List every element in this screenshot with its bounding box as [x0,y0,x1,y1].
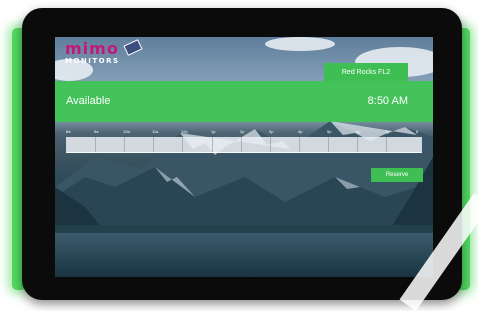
timeline-tick [212,137,213,152]
hour-label: 7p [385,129,390,134]
hour-label: 10a [123,129,130,134]
room-name-label: Red Rocks FL2 [341,68,391,76]
timeline-tick [153,137,154,152]
timeline-tick [241,137,242,152]
timeline-tick [182,137,183,152]
timeline-tick [328,137,329,152]
hour-label: 11a [152,129,159,134]
hour-label: 5p [327,129,332,134]
timeline-track[interactable] [66,137,422,153]
hour-label: 12p [181,129,188,134]
timeline-tick [270,137,271,152]
hour-label: 2p [240,129,245,134]
logo-word: mimo [65,39,119,58]
hour-label: 8 [416,129,419,134]
current-time: 8:50 AM [367,95,408,107]
timeline-hour-labels: 8a 9a 10a 11a 12p 1p 2p 3p 4p 5p 6p 7p 8 [66,129,422,137]
room-name-tab: Red Rocks FL2 [324,63,408,81]
hour-label: 6p [356,129,361,134]
hour-label: 8a [66,129,71,134]
logo-subtitle: MONITORS [65,57,120,65]
reserve-button[interactable]: Reserve [371,168,423,182]
availability-status-bar: Available 8:50 AM [55,81,433,122]
hour-label: 1p [211,129,216,134]
mimo-monitors-logo: mimo MONITORS [65,39,143,65]
hour-label: 3p [269,129,274,134]
room-display-screen: mimo MONITORS Red Rocks FL2 Available 8:… [55,37,433,277]
hour-label: 9a [94,129,99,134]
timeline-tick [386,137,387,152]
timeline-tick [357,137,358,152]
timeline-tick [124,137,125,152]
timeline-tick [299,137,300,152]
schedule-timeline: 8a 9a 10a 11a 12p 1p 2p 3p 4p 5p 6p 7p 8 [66,129,422,153]
hour-label: 4p [298,129,303,134]
availability-status: Available [66,95,111,107]
timeline-tick [95,137,96,152]
lake-reflection [55,233,433,277]
